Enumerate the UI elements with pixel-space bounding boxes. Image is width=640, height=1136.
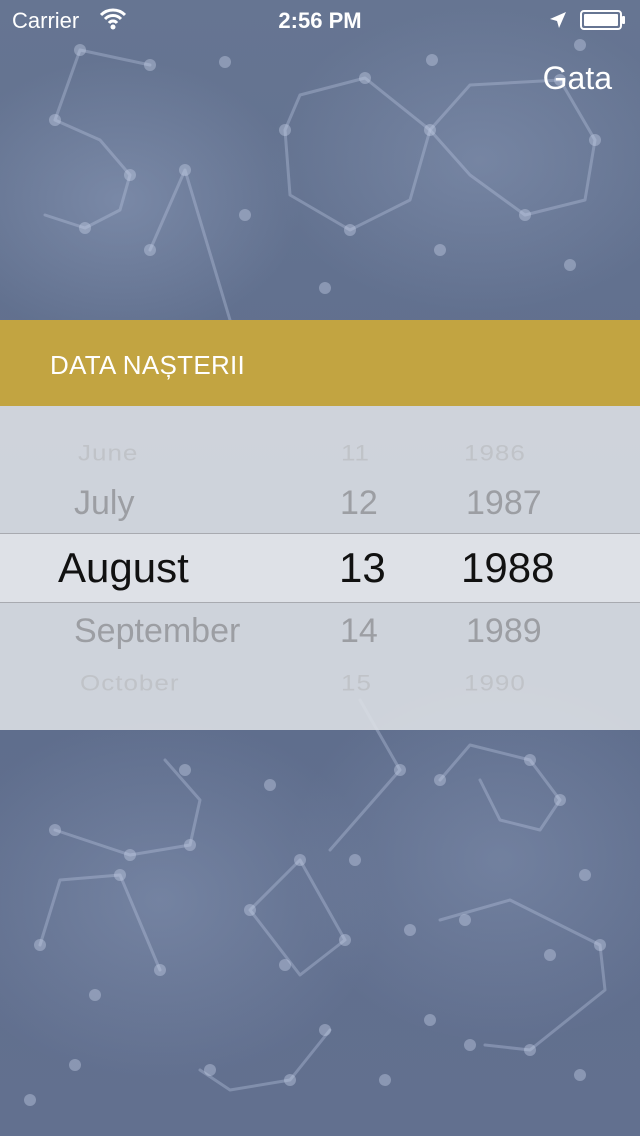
picker-month-option[interactable]: October	[80, 670, 180, 696]
location-arrow-icon	[548, 10, 568, 30]
date-picker[interactable]: June July August September October 11 12…	[0, 406, 640, 730]
done-button[interactable]: Gata	[543, 60, 612, 97]
day-column[interactable]: 11 12 13 14 15	[300, 406, 430, 730]
picker-day-option[interactable]: 11	[341, 440, 370, 466]
picker-day-option[interactable]: 14	[340, 612, 378, 651]
picker-month-selected[interactable]: August	[58, 544, 189, 592]
picker-year-option[interactable]: 1986	[464, 440, 526, 466]
status-bar: Carrier 2:56 PM	[0, 0, 640, 40]
picker-month-option[interactable]: September	[74, 612, 240, 651]
picker-month-option[interactable]: June	[78, 440, 138, 466]
year-column[interactable]: 1986 1987 1988 1989 1990	[430, 406, 640, 730]
section-header: DATA NAȘTERII	[0, 320, 640, 406]
month-column[interactable]: June July August September October	[0, 406, 300, 730]
picker-year-option[interactable]: 1989	[466, 612, 542, 651]
status-time: 2:56 PM	[278, 8, 362, 33]
picker-year-option[interactable]: 1990	[464, 670, 526, 696]
picker-year-option[interactable]: 1987	[466, 484, 542, 523]
picker-day-option[interactable]: 15	[341, 670, 372, 696]
picker-month-option[interactable]: July	[74, 484, 134, 523]
battery-icon	[580, 10, 626, 30]
picker-day-selected[interactable]: 13	[339, 544, 386, 592]
picker-year-selected[interactable]: 1988	[461, 544, 554, 592]
section-title: DATA NAȘTERII	[50, 350, 246, 380]
picker-day-option[interactable]: 12	[340, 484, 378, 523]
